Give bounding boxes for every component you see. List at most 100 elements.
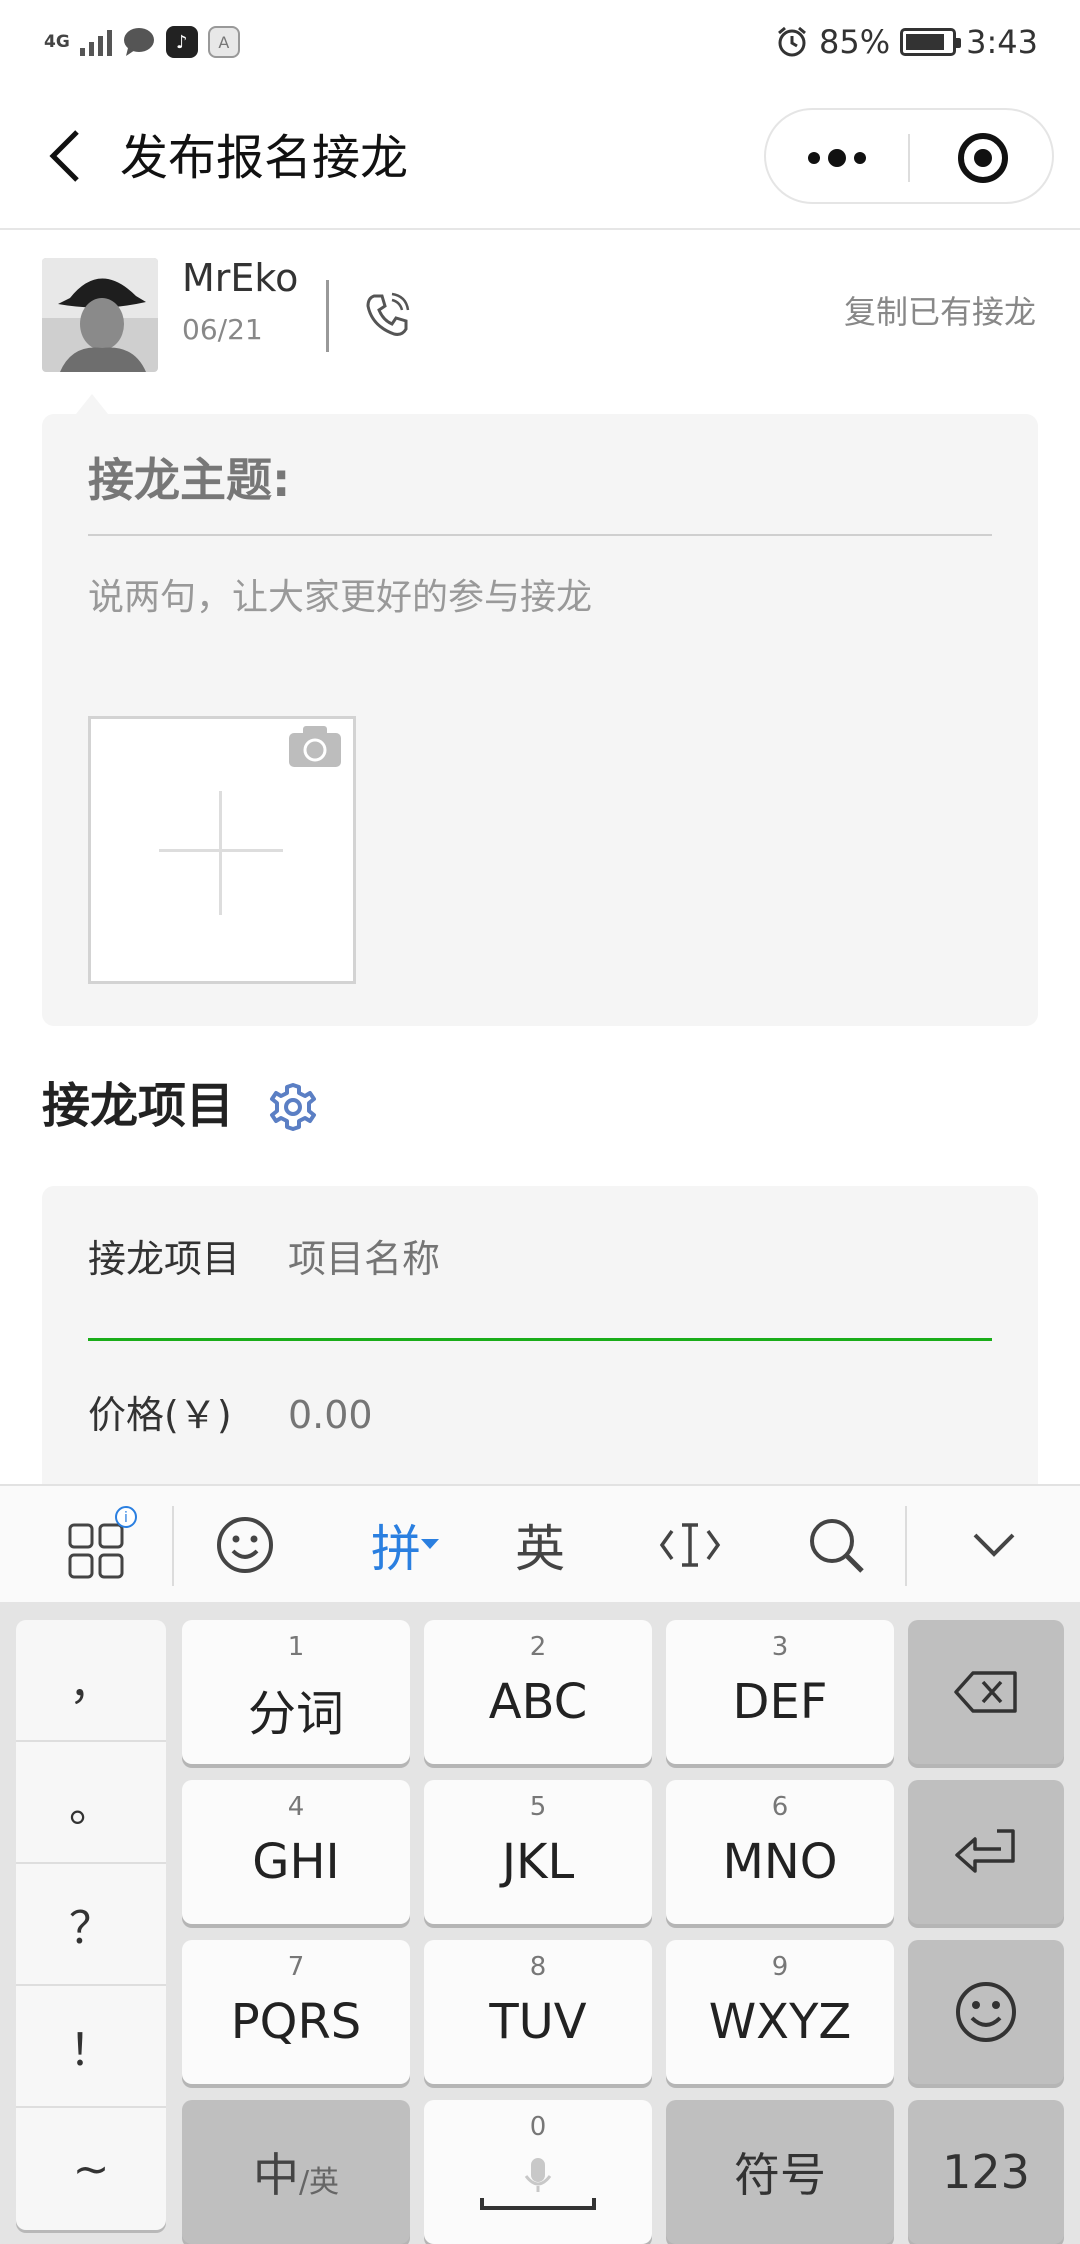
keyboard-a-icon: A	[207, 26, 240, 58]
numeric-key-label: 123	[942, 2145, 1030, 2199]
status-bar: 4G ♪ A 85% 3:43	[0, 0, 1080, 86]
toolbar-divider	[172, 1506, 174, 1586]
key-number: 9	[771, 1952, 789, 1982]
emoji-icon	[908, 1940, 1064, 2084]
key-number: 4	[287, 1792, 305, 1822]
key-2[interactable]: 2 ABC	[424, 1620, 652, 1764]
page-title: 发布报名接龙	[120, 130, 409, 186]
pinyin-label: 拼	[371, 1520, 421, 1578]
symbol-key[interactable]: ？	[16, 1864, 166, 1986]
miniprogram-close-icon[interactable]	[910, 110, 1056, 206]
key-label: ABC	[488, 1674, 588, 1730]
post-date: 06/21	[182, 313, 263, 346]
symbol-key[interactable]: ~	[16, 2108, 166, 2230]
key-7[interactable]: 7 PQRS	[182, 1940, 410, 2084]
enter-icon	[908, 1780, 1064, 1924]
item-input-underline	[88, 1338, 992, 1341]
key-number: 6	[771, 1792, 789, 1822]
message-icon	[123, 28, 154, 56]
battery-icon	[900, 28, 962, 56]
gear-icon[interactable]	[268, 1082, 318, 1132]
camera-icon	[289, 726, 341, 767]
backspace-key[interactable]	[908, 1620, 1064, 1764]
key-label: 分词	[247, 1686, 344, 1742]
topic-title-label[interactable]: 接龙主题:	[88, 450, 290, 510]
symbol-key-label: 符号	[734, 2148, 826, 2202]
emoji-key[interactable]	[908, 1940, 1064, 2084]
zh-en-label: 中 /英	[182, 2100, 410, 2244]
back-arrow-icon[interactable]	[40, 126, 90, 186]
symbol-column[interactable]: ， 。 ？ ！ ~	[16, 1620, 166, 2230]
symbol-key[interactable]: ！	[16, 1986, 166, 2108]
battery-percent: 85%	[819, 23, 891, 61]
zh-label: 中	[252, 2148, 299, 2202]
key-number: 8	[529, 1952, 547, 1982]
item-name-label: 接龙项目	[88, 1237, 241, 1281]
price-input[interactable]	[288, 1390, 988, 1440]
image-upload-button[interactable]	[88, 716, 356, 984]
chinese-english-toggle-key[interactable]: 中 /英	[182, 2100, 410, 2244]
status-right: 85% 3:43	[775, 20, 1038, 64]
price-label: 价格(￥)	[88, 1393, 232, 1437]
emoji-icon[interactable]	[200, 1486, 290, 1604]
signal-icon	[79, 28, 112, 56]
key-8[interactable]: 8 TUV	[424, 1940, 652, 2084]
pinyin-mode[interactable]: 拼	[350, 1486, 460, 1604]
microphone-icon	[480, 2158, 596, 2210]
key-9[interactable]: 9 WXYZ	[666, 1940, 894, 2084]
key-number: 1	[287, 1632, 305, 1662]
key-5[interactable]: 5 JKL	[424, 1780, 652, 1924]
item-name-input[interactable]	[288, 1234, 988, 1284]
item-card: 接龙项目 价格(￥)	[42, 1186, 1038, 1486]
section-title: 接龙项目	[42, 1078, 235, 1134]
backspace-icon	[908, 1620, 1064, 1764]
symbol-key[interactable]: 符号	[666, 2100, 894, 2244]
key-label: DEF	[732, 1674, 828, 1730]
alarm-icon	[778, 26, 806, 57]
english-mode[interactable]: 英	[490, 1486, 590, 1604]
hide-keyboard-chevron-icon[interactable]	[944, 1486, 1044, 1604]
card-pointer	[76, 394, 108, 414]
tiktok-icon: ♪	[165, 26, 198, 58]
clock: 3:43	[966, 23, 1038, 61]
toolbar-divider	[905, 1506, 907, 1586]
key-number: 2	[529, 1632, 547, 1662]
key-label: MNO	[722, 1834, 838, 1890]
key-label: PQRS	[230, 1994, 362, 2050]
key-3[interactable]: 3 DEF	[666, 1620, 894, 1764]
enter-key[interactable]	[908, 1780, 1064, 1924]
status-left: 4G ♪ A	[44, 22, 240, 62]
phone-icon[interactable]	[362, 290, 412, 340]
key-6[interactable]: 6 MNO	[666, 1780, 894, 1924]
plus-icon	[219, 791, 222, 915]
key-number: 3	[771, 1632, 789, 1662]
apps-grid-icon[interactable]: i	[40, 1486, 150, 1604]
avatar[interactable]	[42, 258, 158, 372]
topic-card: 接龙主题: 说两句，让大家更好的参与接龙	[42, 414, 1038, 1026]
cursor-icon[interactable]	[640, 1486, 740, 1604]
search-icon[interactable]	[786, 1486, 886, 1604]
symbol-key[interactable]: 。	[16, 1742, 166, 1864]
more-dots-icon[interactable]	[766, 110, 908, 206]
network-type: 4G	[44, 31, 70, 52]
key-4[interactable]: 4 GHI	[182, 1780, 410, 1924]
user-name: MrEko	[182, 256, 299, 300]
space-key[interactable]: 0	[424, 2100, 652, 2244]
copy-existing-link[interactable]: 复制已有接龙	[844, 292, 1036, 332]
description-field[interactable]: 说两句，让大家更好的参与接龙	[88, 574, 592, 622]
key-1[interactable]: 1 分词	[182, 1620, 410, 1764]
key-number: 7	[287, 1952, 305, 1982]
english-label: 英	[515, 1520, 565, 1578]
keyboard: ， 。 ？ ！ ~ 1 分词 2 ABC 3 DEF 4 GHI 5 JKL 6…	[0, 1602, 1080, 2244]
en-sub-label: /英	[298, 2165, 340, 2200]
key-number: 5	[529, 1792, 547, 1822]
symbol-key[interactable]: ，	[16, 1620, 166, 1742]
keyboard-toolbar: i 拼 英	[0, 1484, 1080, 1602]
nav-bar: 发布报名接龙	[0, 86, 1080, 230]
key-label: TUV	[489, 1994, 587, 2050]
key-label: JKL	[501, 1834, 575, 1890]
chevron-down-icon	[421, 1539, 439, 1549]
numeric-key[interactable]: 123	[908, 2100, 1064, 2244]
user-divider	[326, 280, 329, 352]
miniprogram-capsule	[764, 108, 1054, 204]
